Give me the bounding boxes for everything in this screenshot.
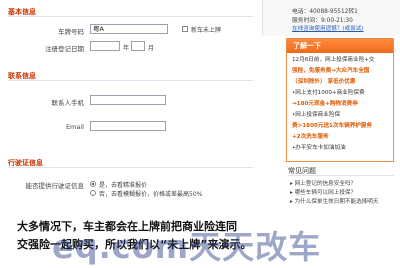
verify-no-radio[interactable] <box>90 190 96 196</box>
reg-year-input[interactable] <box>90 41 120 51</box>
promo-line: +2次洗车服务 <box>292 134 329 140</box>
verify-no-label: 否，去看模糊报价，价格或差最高50% <box>99 191 203 198</box>
section-divider <box>8 16 253 17</box>
promo-line: 费>1800元送1次车辆养护服务 <box>292 123 373 129</box>
promo-line: •办平安车卡加油加油 <box>292 145 346 151</box>
new-car-checkbox[interactable] <box>182 26 188 32</box>
hotline-text: 电话：40088-95512转1 <box>292 9 358 15</box>
faq-divider <box>288 175 394 176</box>
email-input[interactable] <box>90 121 166 131</box>
faq-item[interactable]: ▸ 网上登记的信息安全吗？ <box>290 179 356 187</box>
faq-item[interactable]: ▸ 为什么保单生效日期不能选择明天 <box>290 197 379 205</box>
faq-item[interactable]: ▸ 哪些车辆可以网上投保？ <box>290 188 356 196</box>
watermark: eq.com天天改车 <box>52 228 322 266</box>
online-consult-link[interactable]: 在线咨询使用遗憾？(或尝试) <box>292 24 364 32</box>
reg-month-input[interactable] <box>131 41 145 51</box>
verify-yes-label: 是，去看精准报价 <box>99 182 148 189</box>
verify-yes-radio[interactable] <box>90 181 96 187</box>
promo-line: 12月6日前，网上投保商业险+交 <box>292 57 375 63</box>
service-hours: 服务时间：9:00-21:30 <box>292 18 353 24</box>
promo-panel: 了解一下 12月6日前，网上投保商业险+交 强险，免服务费→大众汽车全国 （深圳除外… <box>286 38 394 162</box>
phone-label: 联系人手机 <box>51 99 85 107</box>
month-suffix: 月 <box>148 45 155 52</box>
section-divider <box>8 80 253 81</box>
phone-input[interactable] <box>90 95 166 105</box>
plate-number-input[interactable]: 粤A <box>90 24 168 34</box>
new-car-label: 新车未上牌 <box>191 27 222 34</box>
promo-line: •网上支付1000+商业险保费 <box>292 90 365 96</box>
promo-line: 强险，免服务费→大众汽车全国 <box>292 68 370 74</box>
verify-question: 能否提供行驶证信息 <box>25 182 85 190</box>
reg-date-label: 注册登记日期 <box>45 45 84 53</box>
promo-title: 了解一下 <box>287 39 393 53</box>
section-divider <box>8 167 253 168</box>
promo-line: •网上投保商业险保 <box>292 112 341 118</box>
email-label: Email <box>65 123 84 131</box>
promo-line: →180元现金+购物消费券 <box>292 101 358 107</box>
promo-line: （深圳除外） 享低价优惠 <box>292 79 356 85</box>
plate-label: 车牌号码 <box>58 28 84 36</box>
year-suffix: 年 <box>123 45 130 52</box>
